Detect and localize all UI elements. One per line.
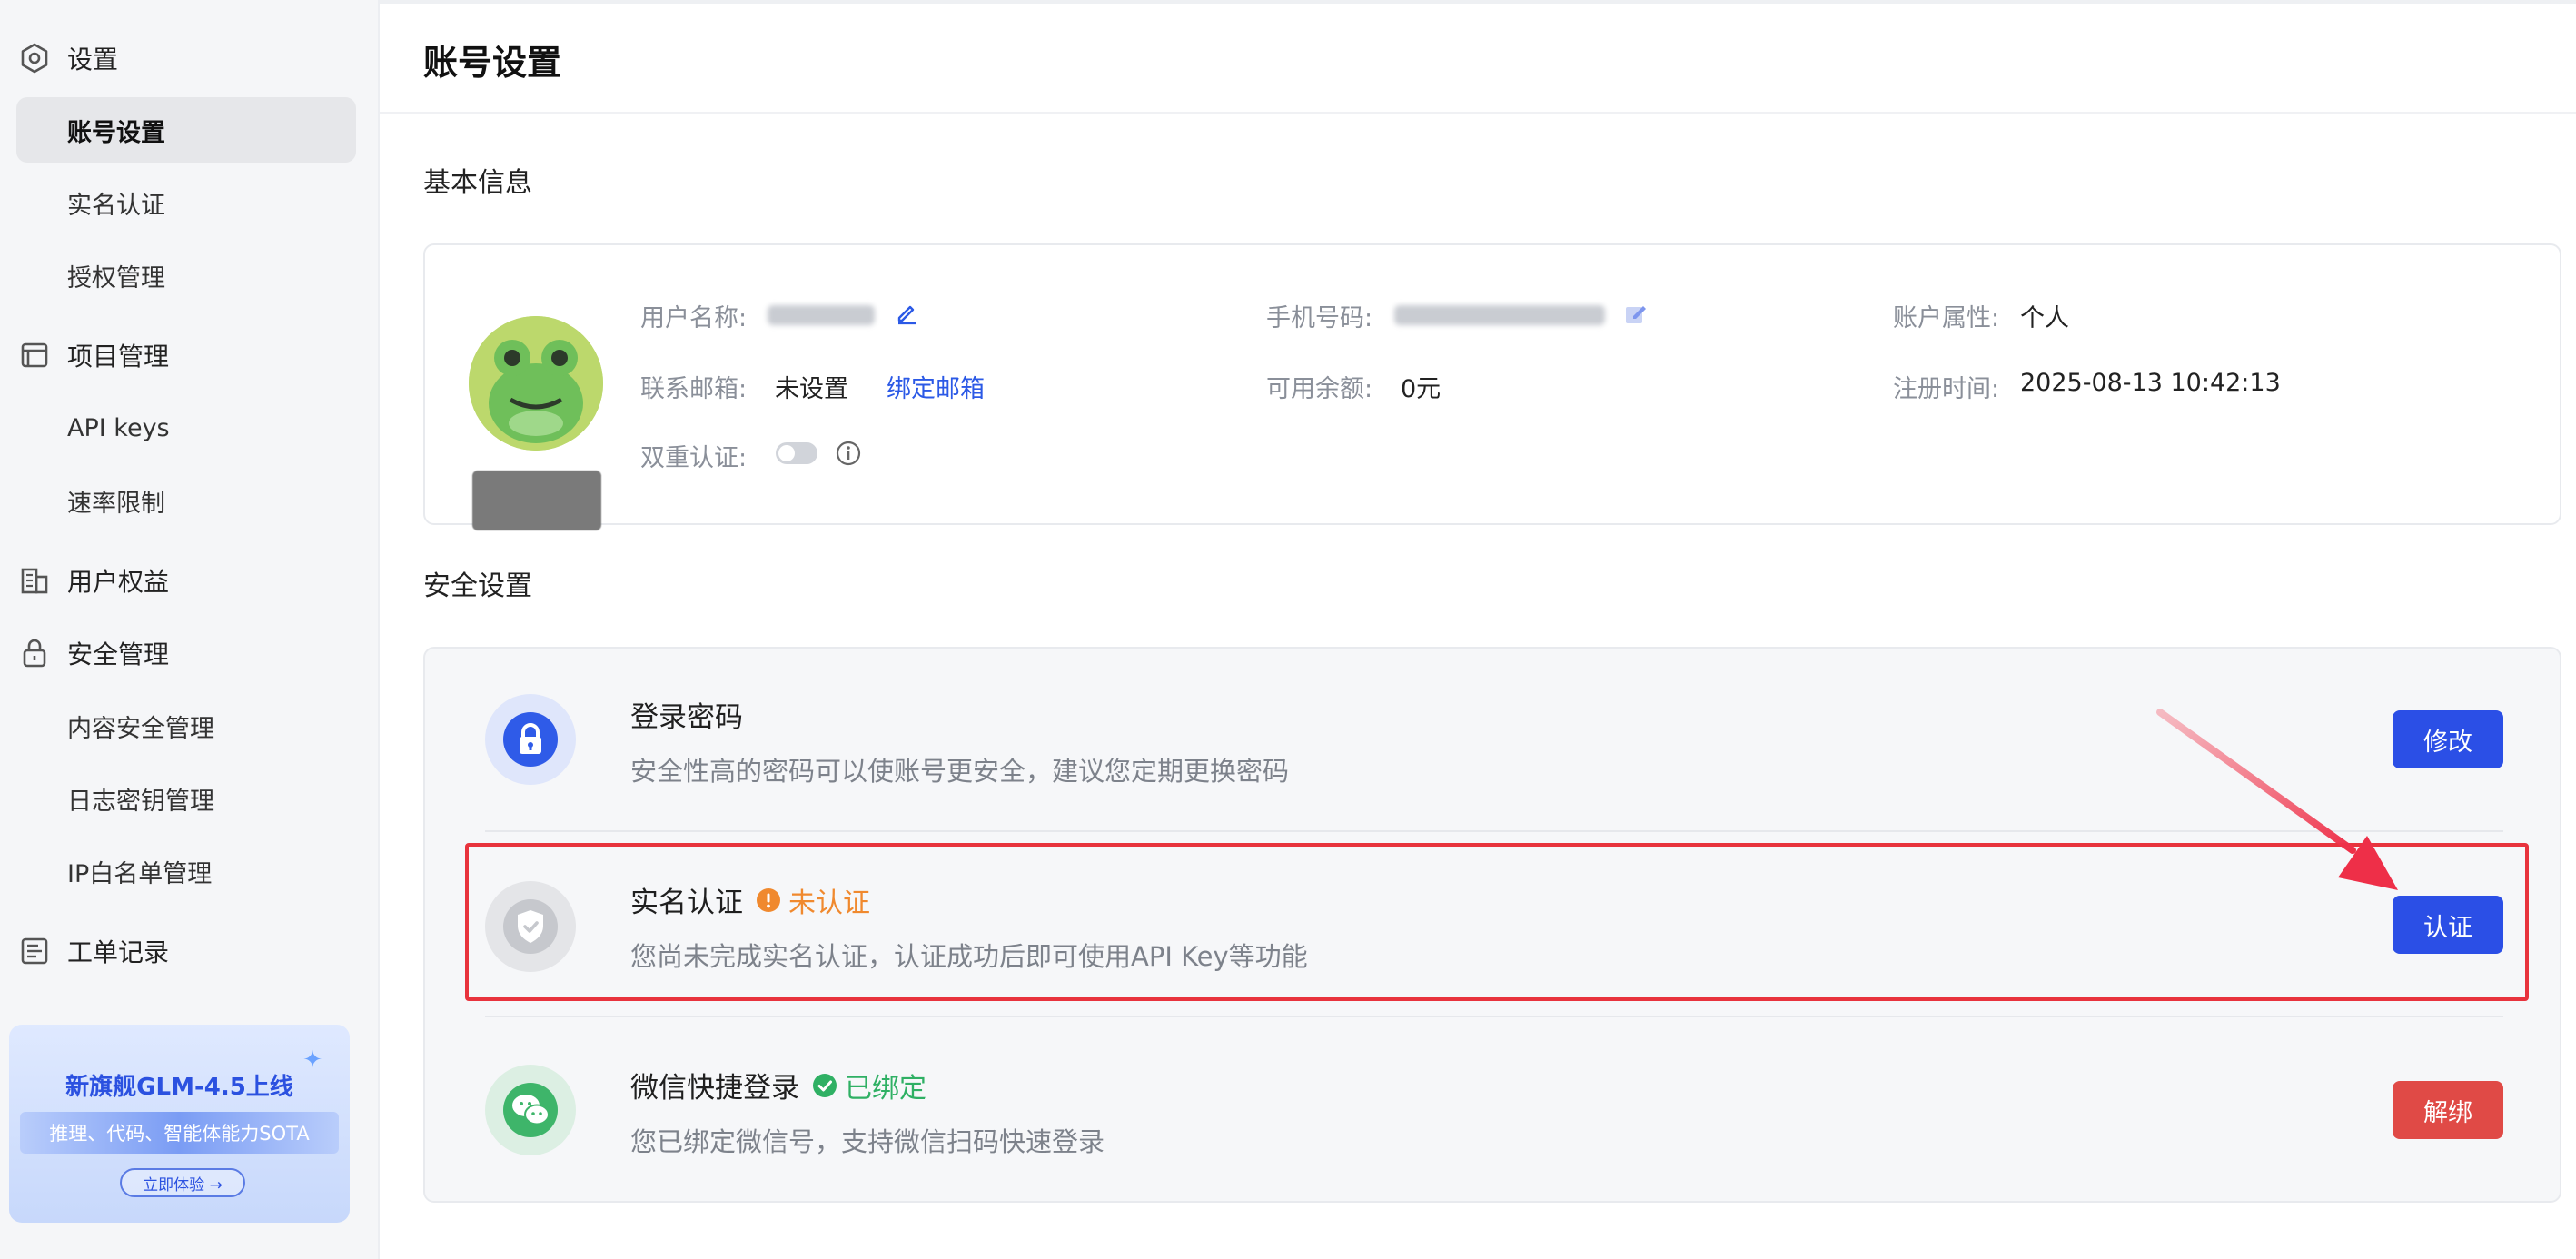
sidebar-group-label: 设置: [67, 45, 119, 74]
promo-title: 新旗舰GLM-4.5上线: [65, 1074, 293, 1101]
password-icon-wrap: [485, 694, 576, 785]
sidebar-group-projects[interactable]: 项目管理: [0, 322, 380, 388]
avatar-nickname-badge-blurred: [472, 471, 601, 530]
sidebar-item-log-key[interactable]: 日志密钥管理: [16, 766, 356, 831]
avatar[interactable]: [469, 316, 603, 451]
sidebar-group-label: 工单记录: [67, 937, 170, 967]
sidebar-item-label: 内容安全管理: [67, 714, 214, 743]
bound-status-text: 已绑定: [845, 1072, 926, 1105]
annotation-arrow-icon: [2156, 709, 2398, 890]
register-time-label: 注册时间:: [1893, 375, 2000, 403]
sidebar-item-label: 日志密钥管理: [67, 787, 214, 816]
wechat-icon-wrap: [485, 1065, 576, 1155]
row-divider: [485, 1016, 2503, 1017]
title-divider: [380, 112, 2576, 114]
page-title: 账号设置: [423, 43, 562, 83]
wechat-title-row: 微信快捷登录 已绑定: [630, 1065, 926, 1105]
sidebar-item-authorization[interactable]: 授权管理: [16, 243, 356, 308]
balance-value: 0元: [1401, 375, 1442, 403]
sidebar-group-tickets[interactable]: 工单记录: [0, 918, 380, 984]
sidebar-item-ip-whitelist[interactable]: IP白名单管理: [16, 838, 356, 904]
window-icon: [21, 342, 48, 368]
password-title-row: 登录密码: [630, 694, 743, 735]
promo-try-button[interactable]: 立即体验 →: [120, 1168, 245, 1197]
sidebar-item-label: API keys: [67, 413, 170, 442]
phone-label: 手机号码:: [1266, 304, 1373, 332]
info-icon[interactable]: [835, 440, 862, 467]
promo-subtitle: 推理、代码、智能体能力SOTA: [20, 1112, 339, 1154]
padlock-icon: [503, 712, 558, 767]
sidebar-item-label: 授权管理: [67, 263, 165, 292]
unbind-wechat-button[interactable]: 解绑: [2393, 1081, 2503, 1139]
sidebar-group-label: 用户权益: [67, 567, 170, 597]
sidebar: 设置 账号设置 实名认证 授权管理 项目管理 API keys 速率限制 用户权…: [0, 0, 380, 1259]
sidebar-group-label: 项目管理: [67, 342, 170, 372]
phone-value-blurred: [1394, 305, 1605, 325]
sidebar-item-label: 速率限制: [67, 489, 165, 518]
sidebar-item-content-security[interactable]: 内容安全管理: [16, 693, 356, 758]
check-circle-icon: [813, 1073, 837, 1097]
bind-email-link[interactable]: 绑定邮箱: [887, 369, 985, 404]
lock-icon: [23, 639, 46, 668]
ticket-list-icon: [21, 937, 48, 965]
two-factor-label: 双重认证:: [640, 444, 748, 472]
building-icon: [21, 568, 48, 594]
wechat-title: 微信快捷登录: [630, 1072, 799, 1105]
sidebar-item-label: IP白名单管理: [67, 859, 213, 888]
password-desc: 安全性高的密码可以使账号更安全，建议您定期更换密码: [630, 756, 1290, 787]
two-factor-toggle[interactable]: [776, 442, 817, 464]
sidebar-group-settings[interactable]: 设置: [0, 25, 380, 91]
username-label: 用户名称:: [640, 304, 748, 332]
wechat-desc: 您已绑定微信号，支持微信扫码快速登录: [630, 1126, 1105, 1157]
sidebar-item-real-name[interactable]: 实名认证: [16, 170, 356, 235]
frog-avatar-image: [469, 316, 603, 451]
register-time-value: 2025-08-13 10:42:13: [2020, 369, 2281, 397]
edit-username-icon[interactable]: [894, 300, 919, 325]
sidebar-item-account-settings[interactable]: 账号设置: [16, 97, 356, 163]
sidebar-group-label: 安全管理: [67, 639, 170, 669]
email-value: 未设置: [775, 375, 848, 403]
security-title: 安全设置: [423, 570, 532, 602]
account-type-value: 个人: [2020, 304, 2069, 332]
edit-phone-icon[interactable]: [1622, 300, 1650, 327]
sidebar-item-label: 账号设置: [67, 118, 165, 147]
promo-banner[interactable]: ✦ 新旗舰GLM-4.5上线 推理、代码、智能体能力SOTA 立即体验 →: [9, 1025, 350, 1223]
username-value-blurred: [768, 305, 875, 325]
sidebar-group-security[interactable]: 安全管理: [0, 620, 380, 686]
email-label: 联系邮箱:: [640, 375, 748, 403]
sidebar-group-user-benefits[interactable]: 用户权益: [0, 548, 380, 613]
sidebar-item-api-keys[interactable]: API keys: [16, 395, 356, 461]
sidebar-item-rate-limit[interactable]: 速率限制: [16, 468, 356, 533]
toggle-knob: [778, 445, 795, 461]
top-divider: [380, 0, 2576, 4]
sidebar-item-label: 实名认证: [67, 191, 165, 220]
password-title: 登录密码: [630, 701, 743, 734]
settings-hexagon-icon: [21, 43, 48, 74]
balance-label: 可用余额:: [1266, 375, 1373, 403]
wechat-icon: [503, 1083, 558, 1137]
account-type-label: 账户属性:: [1893, 304, 2000, 332]
basic-info-title: 基本信息: [423, 167, 532, 199]
bound-status: 已绑定: [812, 1066, 926, 1105]
